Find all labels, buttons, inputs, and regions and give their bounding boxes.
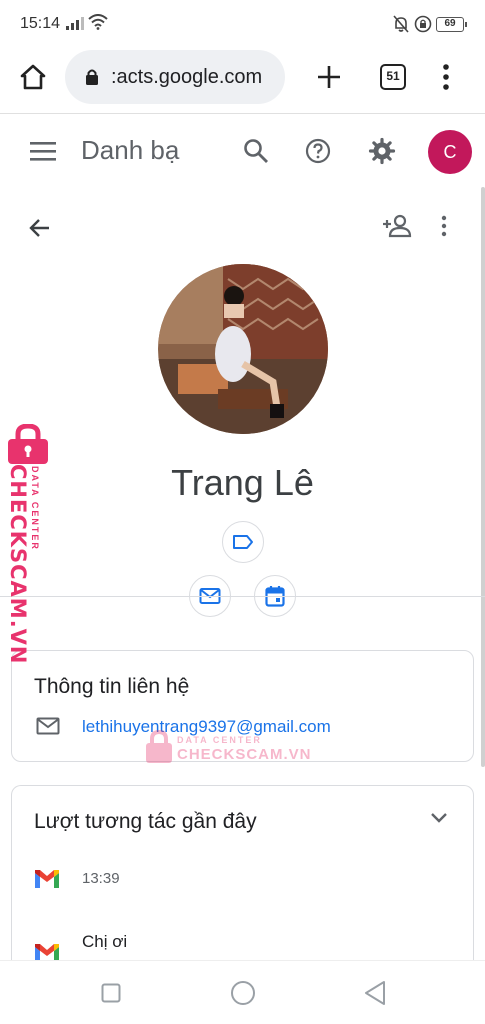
home-icon[interactable] — [18, 62, 48, 92]
contact-more-icon[interactable] — [434, 214, 454, 238]
interaction-message[interactable]: Chị ơi — [82, 932, 127, 952]
recent-apps-icon[interactable] — [101, 983, 121, 1003]
watermark-sub: DATA CENTER — [30, 466, 40, 551]
recent-interactions-card: Lượt tương tác gần đây 13:39 Chị ơi — [11, 785, 474, 985]
lock-rotation-icon — [414, 15, 432, 33]
bell-off-icon — [393, 15, 409, 33]
address-bar[interactable]: :acts.google.com — [65, 50, 285, 104]
more-vert-icon[interactable] — [436, 62, 456, 92]
status-time: 15:14 — [20, 15, 61, 32]
battery-icon: 69 — [436, 17, 467, 32]
contact-photo — [158, 264, 328, 434]
divider — [0, 596, 485, 597]
back-nav-icon[interactable] — [363, 980, 387, 1006]
menu-icon[interactable] — [30, 140, 56, 162]
search-icon[interactable] — [242, 137, 270, 165]
chevron-down-icon[interactable] — [430, 812, 448, 824]
label-button[interactable] — [222, 521, 264, 563]
wifi-icon — [88, 14, 108, 30]
home-nav-icon[interactable] — [230, 980, 256, 1006]
app-header: Danh bạ C — [0, 115, 485, 187]
account-avatar[interactable]: C — [428, 130, 472, 174]
label-icon — [233, 535, 253, 549]
plus-icon[interactable] — [314, 62, 344, 92]
padlock-logo-icon — [146, 730, 172, 763]
watermark-center: DATA CENTER CHECKSCAM.VN — [145, 728, 311, 768]
watermark-sub: DATA CENTER — [177, 735, 262, 745]
status-bar: 15:14 69 — [0, 0, 485, 48]
watermark-vertical: CHECKSCAM.VN DATA CENTER — [4, 424, 54, 665]
url-text: :acts.google.com — [111, 66, 263, 88]
arrow-back-icon[interactable] — [28, 216, 52, 240]
help-icon[interactable] — [304, 137, 332, 165]
settings-icon[interactable] — [368, 137, 396, 165]
signal-icon — [66, 17, 84, 30]
tabs-icon[interactable]: 51 — [380, 64, 406, 90]
app-title: Danh bạ — [81, 135, 180, 165]
browser-toolbar: :acts.google.com 51 — [0, 48, 485, 114]
contact-info-title: Thông tin liên hệ — [34, 675, 190, 698]
watermark-brand: CHECKSCAM.VN — [177, 746, 312, 763]
padlock-logo-icon — [8, 424, 48, 464]
interactions-title: Lượt tương tác gần đây — [34, 810, 257, 833]
gmail-icon — [35, 870, 59, 888]
watermark-brand: CHECKSCAM.VN — [6, 464, 30, 665]
interaction-time: 13:39 — [82, 870, 120, 887]
lock-icon — [86, 69, 98, 85]
system-nav-bar — [0, 960, 485, 1024]
person-add-icon[interactable] — [382, 213, 412, 239]
email-icon — [36, 717, 60, 735]
contact-name: Trang Lê — [171, 462, 314, 503]
